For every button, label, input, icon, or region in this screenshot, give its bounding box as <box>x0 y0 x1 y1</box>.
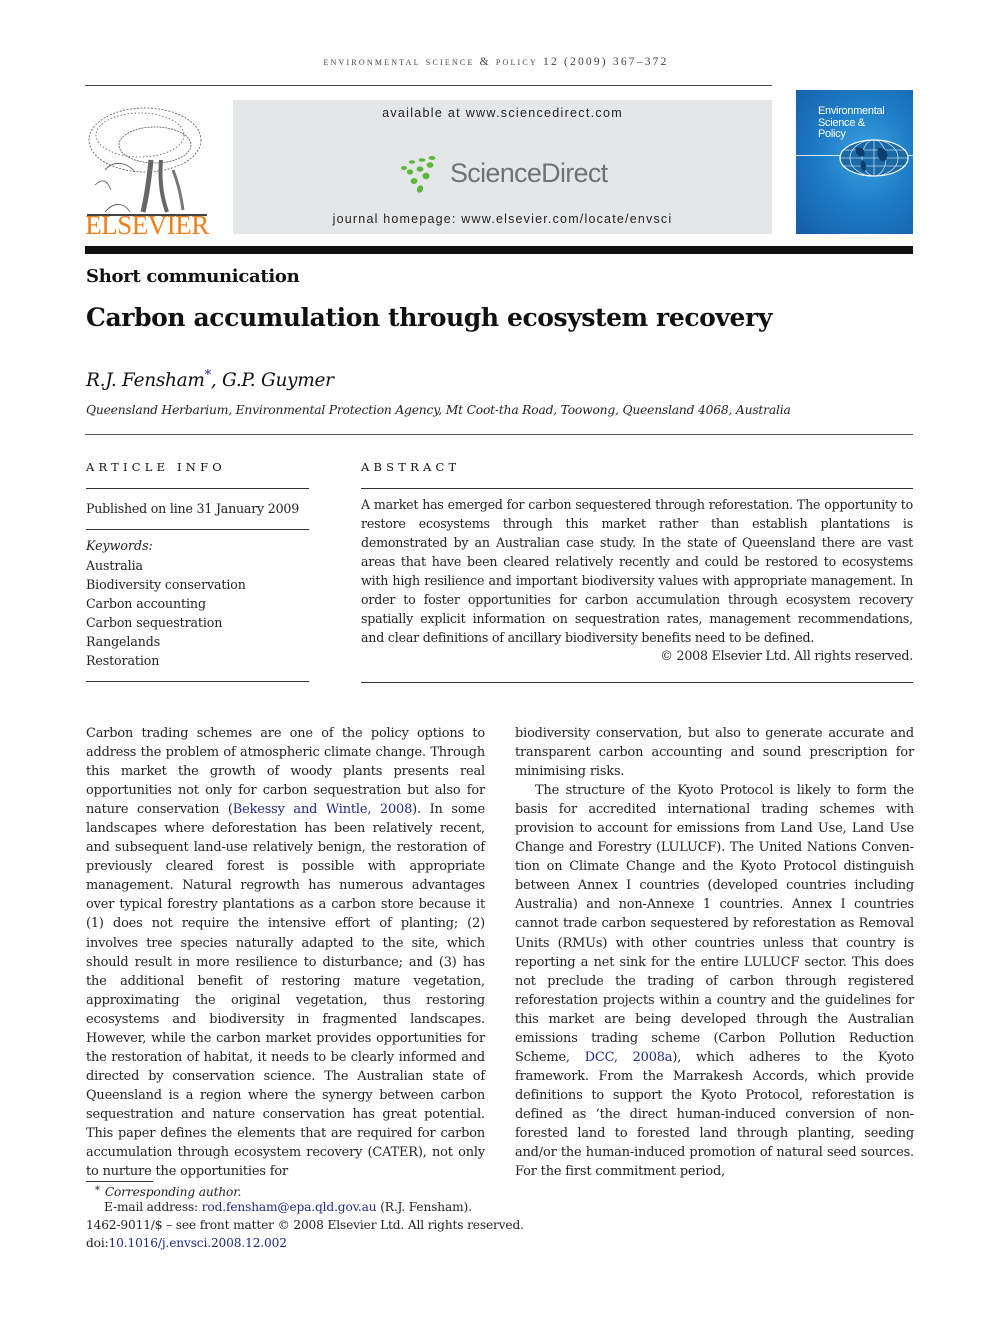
published-date: Published on line 31 January 2009 <box>86 501 300 516</box>
running-head: ENVIRONMENTAL SCIENCE & POLICY 12 (2009)… <box>323 56 669 68</box>
abstract-heading: ABSTRACT <box>361 460 461 474</box>
email-label: E-mail address: <box>104 1200 202 1214</box>
body-column-left: Carbon trading schemes are one of the po… <box>86 724 485 1181</box>
doi-label: doi: <box>86 1236 109 1250</box>
article-title: Carbon accumulation through ecosystem re… <box>86 303 772 332</box>
email-note: E-mail address: rod.fensham@epa.qld.gov.… <box>86 1200 472 1214</box>
article-info-rule <box>86 488 309 489</box>
sciencedirect-wordmark: ScienceDirect <box>450 158 608 188</box>
footnote-marker: * <box>95 1185 100 1196</box>
keywords-label: Keywords: <box>86 538 153 553</box>
doi-link[interactable]: 10.1016/j.envsci.2008.12.002 <box>109 1236 287 1250</box>
email-link[interactable]: rod.fensham@epa.qld.gov.au <box>202 1200 377 1214</box>
cover-title: Environmental Science & Policy <box>818 105 885 141</box>
footnote-rule <box>86 1181 153 1182</box>
body-text: ). In some landscapes where deforestatio… <box>86 802 485 1180</box>
header-thick-rule <box>85 246 913 254</box>
body-text: The structure of the Kyoto Protocol is l… <box>515 783 914 1065</box>
footnote-text: Corresponding author. <box>104 1185 242 1199</box>
abstract-rule <box>361 488 913 489</box>
author-separator: , <box>210 370 222 391</box>
body-text: ), which adheres to the Kyoto framework.… <box>515 1049 914 1180</box>
header-rule <box>85 85 772 86</box>
citation-link[interactable]: DCC, 2008a <box>585 1050 673 1065</box>
affiliation: Queensland Herbarium, Environmental Prot… <box>86 403 791 417</box>
title-divider <box>85 434 913 435</box>
doi-line: doi:10.1016/j.envsci.2008.12.002 <box>86 1236 287 1250</box>
keywords-list: Australia Biodiversity conservation Carb… <box>86 556 246 670</box>
corresponding-author-note: * Corresponding author. <box>86 1185 241 1199</box>
article-info-rule <box>86 529 309 530</box>
journal-homepage-link[interactable]: journal homepage: www.elsevier.com/locat… <box>233 212 772 226</box>
available-at-link[interactable]: available at www.sciencedirect.com <box>233 106 772 120</box>
email-owner: (R.J. Fensham). <box>376 1200 472 1214</box>
author-list: R.J. Fensham*, G.P. Guymer <box>86 368 334 391</box>
article-info-heading: ARTICLE INFO <box>86 460 226 474</box>
body-paragraph: Carbon trading schemes are one of the po… <box>86 724 485 1181</box>
body-column-right: biodiversity conservation, but also to g… <box>515 724 914 1181</box>
elsevier-wordmark: ELSEVIER <box>85 210 209 240</box>
keyword: Carbon accounting <box>86 596 206 611</box>
keyword: Carbon sequestration <box>86 615 223 630</box>
abstract-text: A market has emerged for carbon sequeste… <box>361 497 913 645</box>
abstract-rule <box>361 682 913 683</box>
article-type: Short communication <box>86 266 300 287</box>
keyword: Restoration <box>86 653 160 668</box>
issn-line: 1462-9011/$ – see front matter © 2008 El… <box>86 1218 524 1232</box>
globe-icon <box>839 139 909 177</box>
body-paragraph: biodiversity conservation, but also to g… <box>515 726 914 780</box>
keyword: Australia <box>86 558 143 573</box>
body-paragraph: The structure of the Kyoto Protocol is l… <box>515 781 914 1181</box>
citation-link[interactable]: Bekessy and Wintle, 2008 <box>233 802 413 817</box>
keyword: Biodiversity conservation <box>86 577 246 592</box>
author-name[interactable]: R.J. Fensham <box>86 370 205 391</box>
author-name[interactable]: G.P. Guymer <box>222 370 334 391</box>
abstract-copyright: © 2008 Elsevier Ltd. All rights reserved… <box>660 648 913 663</box>
article-info-rule <box>86 681 309 682</box>
journal-cover-image: Environmental Science & Policy <box>796 90 913 234</box>
keyword: Rangelands <box>86 634 161 649</box>
cover-title-line: Environmental <box>818 105 885 117</box>
